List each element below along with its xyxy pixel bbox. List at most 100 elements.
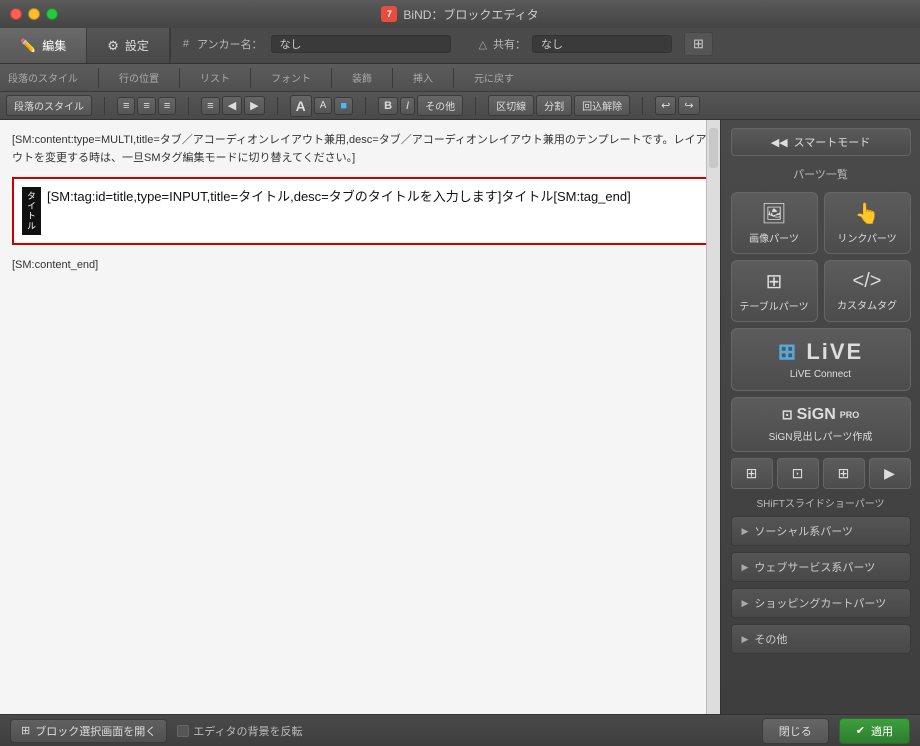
link-icon: 👆 — [855, 201, 880, 226]
color-box-btn[interactable]: ■ — [334, 97, 353, 115]
tb2-divider-6 — [642, 97, 643, 115]
bottom-bar: ⊞ ブロック選択画面を開く エディタの背景を反転 閉じる ✔ 適用 — [0, 714, 920, 746]
toolbar2: 段落のスタイル ≡ ≡ ≡ ≡ ◀ ▶ A A ■ B I その他 区切線 分割… — [0, 92, 920, 120]
table-parts-btn[interactable]: ⊞ テーブルパーツ — [731, 260, 818, 322]
line-position-label: 行の位置 — [119, 70, 159, 85]
table-icon: ⊞ — [766, 269, 783, 294]
insert-split-btn[interactable]: 区切線 — [488, 95, 534, 116]
shift-btn-2[interactable]: ⊡ — [777, 458, 819, 489]
share-label: 共有： — [493, 36, 526, 52]
insert-label: 挿入 — [413, 70, 433, 85]
tab-settings[interactable]: ⚙ 設定 — [87, 28, 170, 63]
undo-group: ↩ ↪ — [655, 96, 699, 115]
top-right-button[interactable]: ⊞ — [684, 32, 713, 56]
live-connect-btn[interactable]: ⊞ LiVE LiVE Connect — [731, 328, 911, 391]
insert-wrap-btn[interactable]: 回込解除 — [574, 95, 630, 116]
toolbar-group-line: 行の位置 — [119, 70, 159, 85]
shopping-label: ショッピングカートパーツ — [754, 595, 886, 611]
open-block-btn[interactable]: ⊞ ブロック選択画面を開く — [10, 719, 167, 743]
smart-mode-label: スマートモード — [794, 134, 871, 150]
toolbar-group-revert: 元に戻す — [474, 70, 514, 85]
align-center-btn[interactable]: ≡ — [137, 97, 155, 115]
back-btn[interactable]: ◀ — [222, 96, 242, 115]
sign-pro-btn[interactable]: ⊡ SiGNPRO SiGN見出しパーツ作成 — [731, 397, 911, 452]
insert-divide-btn[interactable]: 分割 — [536, 95, 572, 116]
table-parts-label: テーブルパーツ — [739, 298, 808, 313]
live-icon: ⊞ LiVE — [778, 339, 863, 365]
scrollbar-track[interactable] — [709, 128, 718, 168]
undo-btn[interactable]: ↩ — [655, 96, 676, 115]
link-parts-btn[interactable]: 👆 リンクパーツ — [824, 192, 911, 254]
image-parts-label: 画像パーツ — [749, 230, 799, 245]
image-parts-btn[interactable]: 🖼 画像パーツ — [731, 192, 818, 254]
maximize-window-btn[interactable] — [46, 8, 58, 20]
apply-btn[interactable]: ✔ 適用 — [839, 718, 910, 744]
minimize-window-btn[interactable] — [28, 8, 40, 20]
divider-1 — [98, 68, 99, 88]
shift-btn-3[interactable]: ⊞ — [823, 458, 865, 489]
insert-group: 区切線 分割 回込解除 — [488, 95, 630, 116]
paragraph-style-label: 段落のスタイル — [8, 70, 78, 85]
window-controls[interactable] — [10, 8, 58, 20]
share-input[interactable] — [532, 35, 672, 53]
list-label: リスト — [200, 70, 230, 85]
main-area: [SM:content:type=MULTI,title=タブ／アコーディオンレ… — [0, 120, 920, 714]
font-group: A A ■ — [290, 95, 353, 117]
editor-scrollbar[interactable] — [706, 120, 720, 714]
forward-btn[interactable]: ▶ — [244, 96, 264, 115]
font-a-btn[interactable]: A — [290, 95, 312, 117]
image-icon: 🖼 — [761, 201, 786, 226]
align-left-btn[interactable]: ≡ — [117, 97, 135, 115]
smart-mode-arrow-icon: ◀◀ — [771, 136, 788, 149]
revert-label: 元に戻す — [474, 70, 514, 85]
right-panel: ◀◀ スマートモード パーツ一覧 🖼 画像パーツ 👆 リンクパーツ ⊞ テーブル… — [720, 120, 920, 714]
smart-mode-btn[interactable]: ◀◀ スマートモード — [731, 128, 911, 156]
bg-toggle-label[interactable]: エディタの背景を反転 — [177, 723, 302, 739]
tag-content[interactable]: [SM:tag:id=title,type=INPUT,title=タイトル,d… — [47, 187, 631, 235]
font-small-a-btn[interactable]: A — [314, 97, 333, 114]
sm-content-text: [SM:content:type=MULTI,title=タブ／アコーディオンレ… — [12, 132, 708, 167]
toolbar-labels: 段落のスタイル 行の位置 リスト フォント 装飾 挿入 元に戻す — [0, 64, 920, 92]
custom-tag-label: カスタムタグ — [837, 297, 897, 312]
parts-grid: 🖼 画像パーツ 👆 リンクパーツ ⊞ テーブルパーツ </> カスタムタグ — [731, 192, 911, 322]
anchor-input[interactable] — [271, 35, 451, 53]
divider-5 — [392, 68, 393, 88]
window-title-text: BiND：ブロックエディタ — [403, 6, 538, 23]
edit-icon: ✏️ — [20, 38, 36, 54]
hash-symbol: # — [183, 38, 189, 50]
web-label: ウェブサービス系パーツ — [754, 559, 875, 575]
other-parts-btn[interactable]: ▶ その他 — [731, 624, 911, 654]
editor-content[interactable]: [SM:content:type=MULTI,title=タブ／アコーディオンレ… — [0, 120, 720, 714]
close-window-btn[interactable] — [10, 8, 22, 20]
tab-edit[interactable]: ✏️ 編集 — [0, 28, 87, 63]
apply-check-icon: ✔ — [856, 724, 865, 737]
redo-btn[interactable]: ↪ — [678, 96, 699, 115]
custom-tag-btn[interactable]: </> カスタムタグ — [824, 260, 911, 322]
divider-3 — [250, 68, 251, 88]
tb2-divider-1 — [104, 97, 105, 115]
font-label: フォント — [271, 70, 311, 85]
shift-btn-1[interactable]: ⊞ — [731, 458, 773, 489]
paragraph-style-btn[interactable]: 段落のスタイル — [6, 95, 92, 116]
web-parts-btn[interactable]: ▶ ウェブサービス系パーツ — [731, 552, 911, 582]
bg-toggle-text: エディタの背景を反転 — [193, 723, 302, 739]
sign-pro-label: SiGN見出しパーツ作成 — [769, 428, 873, 443]
social-parts-btn[interactable]: ▶ ソーシャル系パーツ — [731, 516, 911, 546]
align-right-btn[interactable]: ≡ — [158, 97, 176, 115]
align-group: ≡ ≡ ≡ — [117, 97, 176, 115]
share-section: △ 共有： — [479, 35, 672, 53]
tb2-divider-4 — [365, 97, 366, 115]
toolbar-group-list: リスト — [200, 70, 230, 85]
shopping-parts-btn[interactable]: ▶ ショッピングカートパーツ — [731, 588, 911, 618]
list-btn[interactable]: ≡ — [201, 97, 219, 115]
close-btn[interactable]: 閉じる — [762, 718, 829, 744]
other-btn[interactable]: その他 — [417, 95, 463, 116]
tab-edit-label: 編集 — [42, 37, 66, 54]
divider-4 — [331, 68, 332, 88]
bg-toggle-checkbox[interactable] — [177, 725, 189, 737]
sm-tag-box[interactable]: タイトル [SM:tag:id=title,type=INPUT,title=タ… — [12, 177, 708, 245]
other-label: その他 — [754, 631, 787, 647]
shift-btn-4[interactable]: ▶ — [869, 458, 911, 489]
italic-btn[interactable]: I — [400, 97, 415, 115]
bold-btn[interactable]: B — [378, 97, 398, 115]
